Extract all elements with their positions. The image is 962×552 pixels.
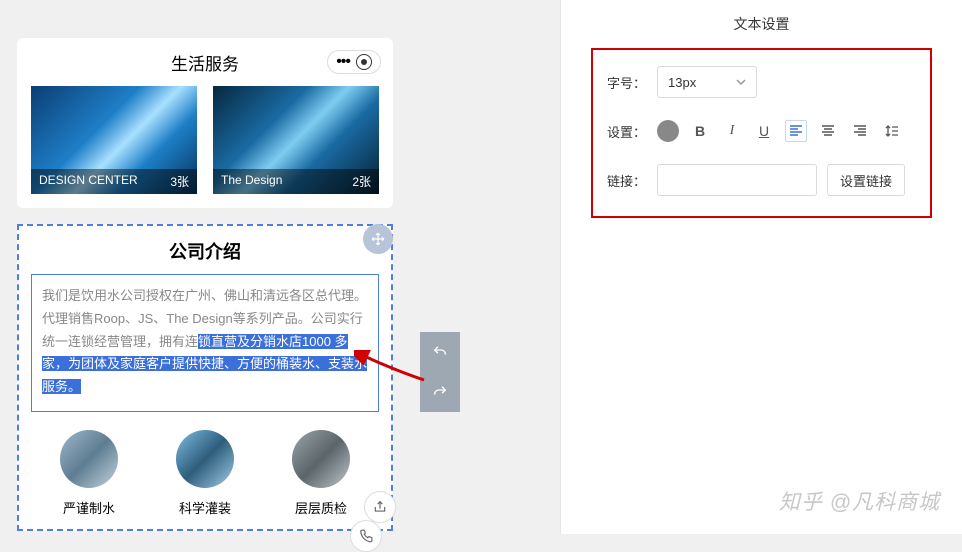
link-label: 链接： xyxy=(607,171,657,190)
more-icon[interactable]: ••• xyxy=(336,54,350,70)
format-row: 设置： B I U xyxy=(607,120,916,142)
text-content[interactable]: 我们是饮用水公司授权在广州、佛山和清远各区总代理。代理销售Roop、JS、The… xyxy=(31,274,379,412)
align-right-button[interactable] xyxy=(849,120,871,142)
tile-count: 3张 xyxy=(170,173,189,190)
watermark: 知乎 @凡科商城 xyxy=(779,486,940,516)
align-right-icon xyxy=(853,124,867,138)
preview-panel: 生活服务 ••• DESIGN CENTER 3张 The Design 2张 xyxy=(0,0,560,534)
tile-label: The Design xyxy=(221,173,282,190)
redo-icon xyxy=(432,384,448,400)
align-left-button[interactable] xyxy=(785,120,807,142)
phone-preview: 生活服务 ••• DESIGN CENTER 3张 The Design 2张 xyxy=(17,38,393,208)
share-icon xyxy=(373,500,387,514)
font-size-value: 13px xyxy=(668,75,696,90)
phone-header: 生活服务 ••• xyxy=(17,38,393,86)
feature-item[interactable]: 科学灌装 xyxy=(176,430,234,517)
feature-image xyxy=(176,430,234,488)
align-left-icon xyxy=(789,124,803,138)
chevron-down-icon xyxy=(736,77,746,87)
link-input[interactable] xyxy=(657,164,817,196)
move-icon xyxy=(371,232,385,246)
font-size-row: 字号： 13px xyxy=(607,66,916,98)
reorder-controls xyxy=(420,332,460,412)
feature-image xyxy=(60,430,118,488)
font-size-select[interactable]: 13px xyxy=(657,66,757,98)
panel-title: 文本设置 xyxy=(561,0,962,48)
line-height-icon xyxy=(885,124,899,138)
feature-label: 层层质检 xyxy=(295,498,347,517)
link-row: 链接： 设置链接 xyxy=(607,164,916,196)
phone-title: 生活服务 xyxy=(171,50,239,75)
selected-component[interactable]: 公司介绍 我们是饮用水公司授权在广州、佛山和清远各区总代理。代理销售Roop、J… xyxy=(17,224,393,531)
move-up-button[interactable] xyxy=(420,332,460,372)
phone-button[interactable] xyxy=(350,520,382,552)
format-label: 设置： xyxy=(607,122,657,141)
settings-panel: 文本设置 字号： 13px 设置： B I U xyxy=(560,0,962,534)
tile-label: DESIGN CENTER xyxy=(39,173,138,190)
feature-item[interactable]: 严谨制水 xyxy=(60,430,118,517)
text-color-swatch[interactable] xyxy=(657,120,679,142)
feature-row: 严谨制水 科学灌装 层层质检 xyxy=(19,412,391,517)
feature-image xyxy=(292,430,350,488)
tile-count: 2张 xyxy=(352,173,371,190)
set-link-button[interactable]: 设置链接 xyxy=(827,164,905,196)
feature-label: 科学灌装 xyxy=(179,498,231,517)
undo-icon xyxy=(432,344,448,360)
move-down-button[interactable] xyxy=(420,372,460,412)
share-button[interactable] xyxy=(364,491,396,523)
phone-controls[interactable]: ••• xyxy=(327,50,381,74)
align-center-icon xyxy=(821,124,835,138)
target-icon[interactable] xyxy=(356,54,372,70)
bold-button[interactable]: B xyxy=(689,120,711,142)
align-center-button[interactable] xyxy=(817,120,839,142)
settings-group: 字号： 13px 设置： B I U xyxy=(591,48,932,218)
underline-button[interactable]: U xyxy=(753,120,775,142)
section-title: 公司介绍 xyxy=(19,226,391,274)
gallery-tile[interactable]: DESIGN CENTER 3张 xyxy=(31,86,197,194)
line-height-button[interactable] xyxy=(881,120,903,142)
feature-item[interactable]: 层层质检 xyxy=(292,430,350,517)
move-handle[interactable] xyxy=(363,224,393,254)
format-toolbar: B I U xyxy=(657,120,903,142)
image-gallery: DESIGN CENTER 3张 The Design 2张 xyxy=(17,86,393,208)
gallery-tile[interactable]: The Design 2张 xyxy=(213,86,379,194)
italic-button[interactable]: I xyxy=(721,120,743,142)
feature-label: 严谨制水 xyxy=(63,498,115,517)
phone-icon xyxy=(359,529,373,543)
font-size-label: 字号： xyxy=(607,73,657,92)
